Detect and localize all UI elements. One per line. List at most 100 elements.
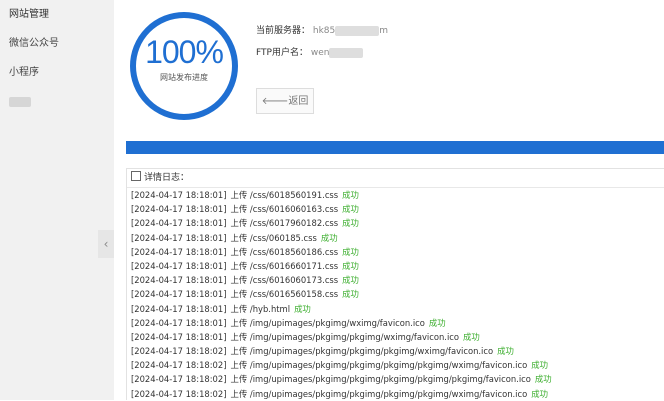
log-line: [2024-04-17 18:18:01] 上传 /css/6018560191.… (127, 188, 664, 202)
log-header: 详情日志： (127, 169, 664, 188)
log-action: 上传 (230, 303, 248, 314)
log-status: 成功 (531, 388, 548, 399)
log-action: 上传 (230, 388, 248, 399)
log-action: 上传 (230, 260, 248, 271)
log-status: 成功 (342, 275, 359, 286)
log-timestamp: [2024-04-17 18:18:02] (131, 388, 227, 399)
log-timestamp: [2024-04-17 18:18:02] (131, 374, 227, 385)
log-path: /css/6016060173.css (249, 275, 339, 286)
log-path: /css/6018560186.css (249, 246, 339, 257)
log-action: 上传 (230, 275, 248, 286)
back-button[interactable]: 🡐返回 (256, 88, 314, 114)
edit-icon (131, 171, 141, 181)
log-action: 上传 (230, 360, 248, 371)
log-status: 成功 (342, 190, 359, 200)
log-timestamp: [2024-04-17 18:18:02] (131, 360, 227, 371)
log-status: 成功 (463, 331, 480, 342)
log-timestamp: [2024-04-17 18:18:02] (131, 346, 227, 357)
log-line: [2024-04-17 18:18:01] 上传 /hyb.html 成功 (127, 302, 664, 316)
log-line: [2024-04-17 18:18:01] 上传 /css/6016560158.… (127, 287, 664, 301)
log-status: 成功 (342, 218, 359, 229)
server-value-start: hk85 (312, 26, 336, 36)
log-line: [2024-04-17 18:18:01] 上传 /css/6018560186.… (127, 245, 664, 259)
log-line: [2024-04-17 18:18:01] 上传 /css/060185.css 成… (127, 231, 664, 245)
log-path: /css/6016560158.css (249, 289, 339, 300)
log-action: 上传 (230, 346, 248, 357)
redacted-ftp-user (329, 47, 364, 58)
log-status: 成功 (342, 289, 359, 300)
ftp-value-start: wen (310, 48, 330, 58)
log-line: [2024-04-17 18:18:02] 上传 /img/upimages/pk… (127, 344, 664, 358)
sidebar: 网站管理 微信公众号 小程序 ‹ (0, 0, 114, 400)
log-path: /img/upimages/pkgimg/pkgimg/pkgimg/pkgim… (249, 360, 528, 371)
log-line: [2024-04-17 18:18:02] 上传 /img/upimages/pk… (127, 387, 664, 401)
log-status: 成功 (534, 374, 552, 385)
server-label: 当前服务器： (256, 26, 311, 36)
back-button-label: 返回 (288, 96, 309, 107)
ftp-label: FTP用户名： (256, 48, 308, 58)
log-status: 成功 (342, 260, 359, 271)
log-panel: 详情日志： [2024-04-17 18:18:01] 上传 /css/60185… (126, 168, 664, 400)
log-line: [2024-04-17 18:18:01] 上传 /css/6017960182.… (127, 216, 664, 230)
log-path: /img/upimages/pkgimg/pkgimg/pkgimg/pkgim… (249, 388, 528, 399)
log-path: /css/6016660171.css (249, 260, 339, 271)
sidebar-item-wechat-official[interactable]: 微信公众号 (0, 29, 114, 58)
log-status: 成功 (320, 232, 338, 243)
log-action: 上传 (230, 246, 248, 257)
log-action: 上传 (230, 204, 248, 215)
log-path: /img/upimages/pkgimg/pkgimg/wximg/favico… (249, 331, 460, 342)
progress-ring: 100% 网站发布进度 (130, 12, 238, 120)
sidebar-collapse-toggle[interactable]: ‹ (98, 230, 114, 258)
log-action: 上传 (230, 190, 248, 200)
log-line: [2024-04-17 18:18:01] 上传 /css/6016660171.… (127, 259, 664, 273)
log-line: [2024-04-17 18:18:02] 上传 /img/upimages/pk… (127, 358, 664, 372)
log-path: /css/6017960182.css (249, 218, 339, 229)
chevron-left-icon: ‹ (103, 237, 109, 251)
progress-caption: 网站发布进度 (160, 73, 208, 82)
sidebar-item-mini-program[interactable]: 小程序 (0, 58, 114, 87)
log-path: /img/upimages/pkgimg/pkgimg/pkgimg/pkgim… (249, 374, 531, 385)
log-timestamp: [2024-04-17 18:18:01] (131, 218, 227, 229)
log-line: [2024-04-17 18:18:01] 上传 /img/upimages/pk… (127, 316, 664, 330)
arrow-left-icon: 🡐 (261, 96, 289, 107)
server-value-end: m (379, 26, 389, 36)
log-list: [2024-04-17 18:18:01] 上传 /css/6018560191.… (127, 188, 664, 401)
log-timestamp: [2024-04-17 18:18:01] (131, 331, 227, 342)
log-status: 成功 (294, 303, 311, 314)
log-action: 上传 (230, 374, 248, 385)
log-action: 上传 (230, 289, 248, 300)
progress-bar (126, 141, 664, 154)
log-action: 上传 (230, 232, 248, 243)
log-timestamp: [2024-04-17 18:18:01] (131, 232, 227, 243)
log-timestamp: [2024-04-17 18:18:01] (131, 260, 227, 271)
redacted-sidebar-item[interactable] (9, 97, 31, 107)
log-status: 成功 (531, 360, 548, 371)
log-timestamp: [2024-04-17 18:18:01] (131, 246, 227, 257)
log-line: [2024-04-17 18:18:01] 上传 /css/6016060173.… (127, 273, 664, 287)
log-timestamp: [2024-04-17 18:18:01] (131, 289, 227, 300)
log-line: [2024-04-17 18:18:01] 上传 /css/6016060163.… (127, 202, 664, 216)
log-path: /css/6016060163.css (249, 204, 339, 215)
publish-panel: 100% 网站发布进度 当前服务器： hk85 m FTP用户名： wen 🡐返回… (114, 0, 664, 400)
log-path: /css/060185.css (249, 232, 317, 243)
log-path: /img/upimages/pkgimg/pkgimg/pkgimg/wximg… (249, 346, 494, 357)
sidebar-item-website-management[interactable]: 网站管理 (0, 0, 114, 29)
log-line: [2024-04-17 18:18:02] 上传 /img/upimages/pk… (127, 372, 664, 386)
log-path: /img/upimages/pkgimg/wximg/favicon.ico (249, 317, 425, 328)
ftp-info: FTP用户名： wen (256, 45, 364, 58)
log-status: 成功 (497, 346, 514, 357)
log-status: 成功 (342, 246, 359, 257)
log-action: 上传 (230, 317, 248, 328)
log-title: 详情日志： (144, 173, 190, 183)
log-timestamp: [2024-04-17 18:18:01] (131, 190, 227, 200)
log-line: [2024-04-17 18:18:01] 上传 /img/upimages/pk… (127, 330, 664, 344)
log-timestamp: [2024-04-17 18:18:01] (131, 303, 227, 314)
log-timestamp: [2024-04-17 18:18:01] (131, 275, 227, 286)
log-action: 上传 (230, 218, 248, 229)
log-status: 成功 (428, 317, 446, 328)
log-path: /hyb.html (249, 303, 291, 314)
progress-percent: 100% (145, 34, 224, 70)
log-path: /css/6018560191.css (249, 190, 339, 200)
server-info: 当前服务器： hk85 m (256, 23, 388, 36)
log-timestamp: [2024-04-17 18:18:01] (131, 317, 227, 328)
